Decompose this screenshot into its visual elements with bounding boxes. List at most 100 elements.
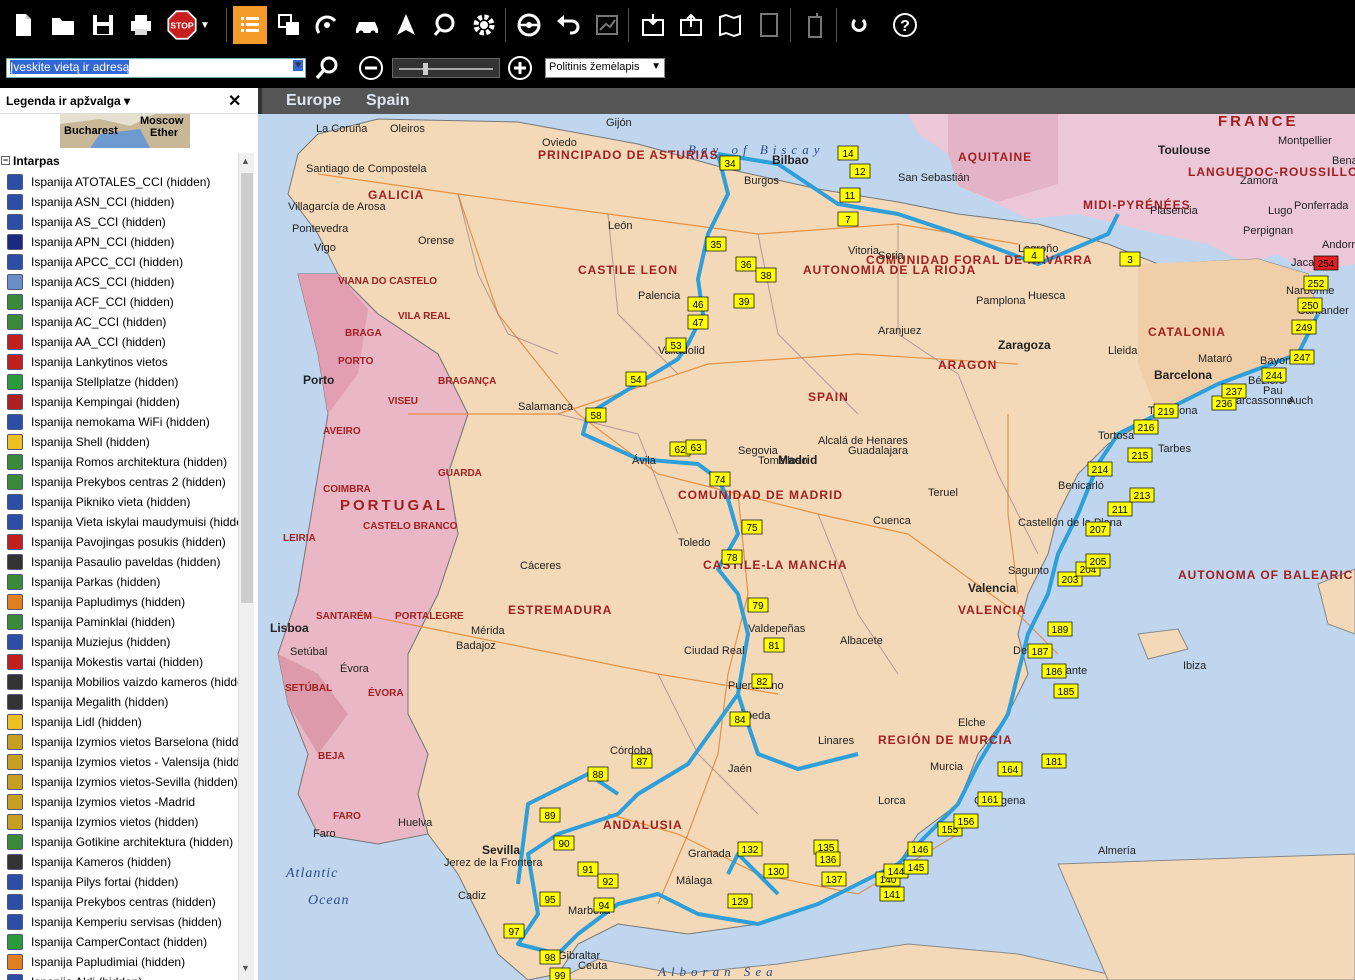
layer-list-item[interactable]: Ispanija CamperContact (hidden)	[0, 932, 238, 952]
city-label[interactable]: Lorca	[878, 795, 906, 807]
route-waypoint-marker[interactable]: 34	[719, 155, 741, 171]
gps-device-icon[interactable]	[798, 6, 832, 44]
city-label[interactable]: Pontevedra	[292, 223, 349, 235]
layer-list-item[interactable]: Ispanija Romos architektura (hidden)	[0, 452, 238, 472]
route-waypoint-marker[interactable]: 53	[665, 337, 687, 353]
map-book-icon[interactable]	[713, 6, 747, 44]
layer-list-scrollbar[interactable]: ▲ ▼	[238, 153, 254, 980]
route-waypoint-marker[interactable]: 11	[839, 187, 861, 203]
zoom-slider[interactable]	[392, 58, 500, 78]
export-icon[interactable]	[674, 6, 708, 44]
layer-list-item[interactable]: Ispanija Gotikine architektura (hidden)	[0, 832, 238, 852]
layer-list-item[interactable]: Ispanija Parkas (hidden)	[0, 572, 238, 592]
layer-list-item[interactable]: Ispanija Izymios vietos Barselona (hidde…	[0, 732, 238, 752]
route-waypoint-marker[interactable]: 88	[587, 766, 609, 782]
city-label[interactable]: Cadiz	[458, 890, 486, 902]
layer-list-item[interactable]: Ispanija Izymios vietos (hidden)	[0, 812, 238, 832]
city-label[interactable]: Orense	[418, 235, 454, 247]
search-icon[interactable]	[310, 50, 344, 86]
city-label[interactable]: Jerez de la Frontera	[444, 857, 543, 869]
route-waypoint-marker[interactable]: 82	[751, 673, 773, 689]
city-label[interactable]: Badajoz	[456, 640, 496, 652]
list-view-icon[interactable]	[233, 6, 267, 44]
redo-icon[interactable]	[842, 6, 876, 44]
city-label[interactable]: Bilbao	[772, 153, 809, 167]
open-folder-icon[interactable]	[46, 6, 80, 44]
route-waypoint-marker[interactable]: 214	[1087, 461, 1113, 477]
layer-list-item[interactable]: Ispanija Aldi (hidden)	[0, 972, 238, 980]
scroll-down-icon[interactable]: ▼	[241, 963, 250, 973]
layer-list-item[interactable]: Ispanija Mobilios vaizdo kameros (hidden…	[0, 672, 238, 692]
legend-panel-title[interactable]: Legenda ir apžvalga ▾	[6, 94, 130, 108]
city-label[interactable]: Porto	[303, 373, 334, 387]
route-waypoint-marker[interactable]: 137	[821, 871, 847, 887]
route-waypoint-marker[interactable]: 95	[539, 891, 561, 907]
city-label[interactable]: Jaén	[728, 763, 752, 775]
route-waypoint-marker[interactable]: 3	[1119, 251, 1141, 267]
scrollbar-thumb[interactable]	[241, 173, 253, 603]
city-label[interactable]: Almería	[1098, 845, 1137, 857]
layer-list-item[interactable]: Ispanija Pilys fortai (hidden)	[0, 872, 238, 892]
city-label[interactable]: Tomelloso	[758, 455, 808, 467]
route-waypoint-marker[interactable]: 132	[737, 841, 763, 857]
city-label[interactable]: Vitoria	[848, 245, 880, 257]
city-label[interactable]: Cuenca	[873, 515, 912, 527]
city-label[interactable]: Soria	[878, 250, 905, 262]
city-label[interactable]: Murcia	[930, 761, 964, 773]
zoom-out-icon[interactable]	[354, 50, 388, 86]
route-waypoint-marker[interactable]: 81	[763, 637, 785, 653]
layer-list-item[interactable]: Ispanija Vieta iskylai maudymuisi (hidde…	[0, 512, 238, 532]
address-search-input[interactable]: Įveskite vietą ir adresą ▼	[6, 58, 306, 78]
route-waypoint-marker[interactable]: 7	[837, 211, 859, 227]
city-label[interactable]: Granada	[688, 848, 732, 860]
layer-list-item[interactable]: Ispanija ATOTALES_CCI (hidden)	[0, 172, 238, 192]
save-icon[interactable]	[86, 6, 120, 44]
route-waypoint-marker[interactable]: 244	[1261, 367, 1287, 383]
layer-list-item[interactable]: Ispanija nemokama WiFi (hidden)	[0, 412, 238, 432]
city-label[interactable]: Sevilla	[482, 843, 520, 857]
city-label[interactable]: Mataró	[1198, 353, 1232, 365]
city-label[interactable]: San Sebastián	[898, 172, 970, 184]
city-label[interactable]: Vigo	[314, 242, 336, 254]
route-waypoint-marker[interactable]: 4	[1023, 247, 1045, 263]
city-label[interactable]: Mérida	[471, 625, 506, 637]
city-label[interactable]: Setúbal	[290, 646, 327, 658]
map-canvas[interactable]: Bay of Biscay Alboran Sea Atlantic Ocean…	[258, 114, 1355, 980]
city-label[interactable]: Tortosa	[1098, 430, 1135, 442]
city-label[interactable]: Villagarcía de Arosa	[288, 201, 387, 213]
route-waypoint-marker[interactable]: 237	[1221, 383, 1247, 399]
route-waypoint-marker[interactable]: 181	[1041, 753, 1067, 769]
navigate-arrow-icon[interactable]	[389, 6, 423, 44]
city-label[interactable]: Salamanca	[518, 401, 574, 413]
layer-list-item[interactable]: Ispanija Shell (hidden)	[0, 432, 238, 452]
route-waypoint-marker[interactable]: 141	[879, 886, 905, 902]
city-label[interactable]: León	[608, 220, 632, 232]
route-waypoint-marker[interactable]: 187	[1027, 643, 1053, 659]
city-label[interactable]: Oleiros	[390, 123, 425, 135]
city-label[interactable]: Zamora	[1240, 175, 1279, 187]
layer-list-item[interactable]: Ispanija Lidl (hidden)	[0, 712, 238, 732]
city-label[interactable]: Santiago de Compostela	[306, 163, 427, 175]
layer-list-item[interactable]: Ispanija Kempingai (hidden)	[0, 392, 238, 412]
city-label[interactable]: Jaca	[1291, 257, 1315, 269]
route-waypoint-marker[interactable]: 99	[549, 967, 571, 980]
route-waypoint-marker[interactable]: 211	[1107, 501, 1133, 517]
city-label[interactable]: Pamplona	[976, 295, 1026, 307]
city-label[interactable]: La Coruña	[316, 123, 368, 135]
route-waypoint-marker[interactable]: 146	[907, 841, 933, 857]
city-label[interactable]: Zaragoza	[998, 338, 1051, 352]
city-label[interactable]: Valdepeñas	[748, 623, 806, 635]
route-waypoint-marker[interactable]: 63	[685, 439, 707, 455]
city-label[interactable]: Alcalá de Henares	[818, 435, 908, 447]
layer-list-item[interactable]: Ispanija Papludimiai (hidden)	[0, 952, 238, 972]
city-label[interactable]: Valencia	[968, 581, 1016, 595]
close-icon[interactable]: ✕	[228, 91, 241, 111]
document-disabled-icon[interactable]	[752, 6, 786, 44]
city-label[interactable]: Lisboa	[270, 621, 309, 635]
route-icon[interactable]	[310, 6, 344, 44]
layer-list-item[interactable]: Ispanija Kemperiu servisas (hidden)	[0, 912, 238, 932]
route-waypoint-marker[interactable]: 254	[1313, 255, 1339, 271]
route-waypoint-marker[interactable]: 249	[1291, 319, 1317, 335]
route-waypoint-marker[interactable]: 47	[687, 314, 709, 330]
layer-list-item[interactable]: Ispanija Pavojingas posukis (hidden)	[0, 532, 238, 552]
